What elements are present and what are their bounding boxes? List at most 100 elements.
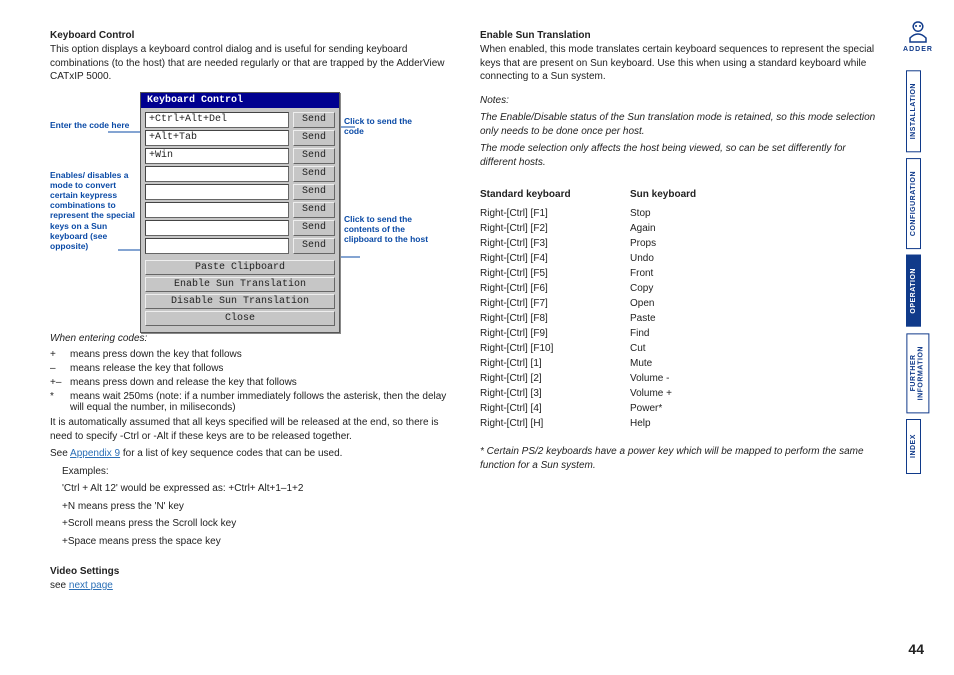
code-field-3[interactable] bbox=[145, 166, 289, 182]
note-1: The Enable/Disable status of the Sun tra… bbox=[480, 111, 880, 138]
table-cell-sun: Front bbox=[630, 266, 780, 281]
annotation-click-paste: Click to send the contents of the clipbo… bbox=[344, 214, 430, 245]
table-cell-sun: Volume - bbox=[630, 371, 780, 386]
send-button-1[interactable]: Send bbox=[293, 130, 335, 146]
example-3: +Scroll means press the Scroll lock key bbox=[50, 517, 450, 531]
enable-sun-heading: Enable Sun Translation bbox=[480, 30, 880, 41]
table-cell-standard: Right-[Ctrl] [3] bbox=[480, 386, 630, 401]
table-cell-sun: Paste bbox=[630, 311, 780, 326]
right-column: Enable Sun Translation When enabled, thi… bbox=[480, 30, 880, 597]
sidebar-nav: ADDER INSTALLATION CONFIGURATION OPERATION… bbox=[900, 20, 936, 480]
keyboard-control-figure: Enter the code here Enables/ disables a … bbox=[50, 92, 450, 322]
code-field-1[interactable]: +Alt+Tab bbox=[145, 130, 289, 146]
table-cell-sun: Props bbox=[630, 236, 780, 251]
note-2: The mode selection only affects the host… bbox=[480, 142, 880, 169]
page-number: 44 bbox=[908, 641, 924, 657]
keyboard-control-desc: This option displays a keyboard control … bbox=[50, 43, 450, 84]
left-column: Keyboard Control This option displays a … bbox=[50, 30, 450, 597]
video-settings-heading: Video Settings bbox=[50, 566, 450, 577]
table-cell-sun: Stop bbox=[630, 206, 780, 221]
table-cell-standard: Right-[Ctrl] [F5] bbox=[480, 266, 630, 281]
table-header-sun: Sun keyboard bbox=[630, 187, 780, 202]
annotation-left-group: Enter the code here Enables/ disables a … bbox=[50, 92, 140, 292]
table-cell-standard: Right-[Ctrl] [4] bbox=[480, 401, 630, 416]
table-cell-sun: Power* bbox=[630, 401, 780, 416]
code-sym-0: + bbox=[50, 349, 70, 360]
code-field-0[interactable]: +Ctrl+Alt+Del bbox=[145, 112, 289, 128]
brand-logo: ADDER bbox=[900, 20, 936, 56]
send-button-5[interactable]: Send bbox=[293, 202, 335, 218]
table-cell-standard: Right-[Ctrl] [F4] bbox=[480, 251, 630, 266]
code-txt-3: means wait 250ms (note: if a number imme… bbox=[70, 391, 450, 413]
example-4: +Space means press the space key bbox=[50, 535, 450, 549]
nav-tab-operation[interactable]: OPERATION bbox=[906, 255, 921, 327]
power-footnote: * Certain PS/2 keyboards have a power ke… bbox=[480, 445, 880, 472]
send-button-7[interactable]: Send bbox=[293, 238, 335, 254]
send-button-3[interactable]: Send bbox=[293, 166, 335, 182]
table-cell-standard: Right-[Ctrl] [F7] bbox=[480, 296, 630, 311]
notes-label: Notes: bbox=[480, 94, 880, 108]
table-cell-sun: Again bbox=[630, 221, 780, 236]
send-button-6[interactable]: Send bbox=[293, 220, 335, 236]
nav-tab-installation[interactable]: INSTALLATION bbox=[906, 70, 921, 152]
annotation-click-send: Click to send the code bbox=[344, 116, 430, 136]
code-field-5[interactable] bbox=[145, 202, 289, 218]
enable-sun-button[interactable]: Enable Sun Translation bbox=[145, 277, 335, 292]
table-cell-sun: Cut bbox=[630, 341, 780, 356]
table-cell-standard: Right-[Ctrl] [F3] bbox=[480, 236, 630, 251]
nav-tab-configuration[interactable]: CONFIGURATION bbox=[906, 158, 921, 249]
table-header-standard: Standard keyboard bbox=[480, 187, 630, 202]
send-button-4[interactable]: Send bbox=[293, 184, 335, 200]
table-cell-standard: Right-[Ctrl] [F9] bbox=[480, 326, 630, 341]
table-cell-sun: Undo bbox=[630, 251, 780, 266]
example-1: 'Ctrl + Alt 12' would be expressed as: +… bbox=[50, 482, 450, 496]
table-cell-sun: Find bbox=[630, 326, 780, 341]
code-sym-1: – bbox=[50, 363, 70, 374]
table-cell-sun: Mute bbox=[630, 356, 780, 371]
code-txt-0: means press down the key that follows bbox=[70, 349, 450, 360]
annotation-enter-code: Enter the code here bbox=[50, 120, 136, 130]
send-button-0[interactable]: Send bbox=[293, 112, 335, 128]
close-button[interactable]: Close bbox=[145, 311, 335, 326]
code-txt-1: means release the key that follows bbox=[70, 363, 450, 374]
see-appendix-line: See Appendix 9 for a list of key sequenc… bbox=[50, 447, 450, 461]
video-see-line: see next page bbox=[50, 579, 450, 593]
table-cell-standard: Right-[Ctrl] [H] bbox=[480, 416, 630, 431]
examples-label: Examples: bbox=[50, 465, 450, 479]
code-field-4[interactable] bbox=[145, 184, 289, 200]
keyboard-mapping-table: Standard keyboard Right-[Ctrl] [F1]Right… bbox=[480, 187, 880, 431]
table-cell-standard: Right-[Ctrl] [F6] bbox=[480, 281, 630, 296]
table-cell-sun: Volume + bbox=[630, 386, 780, 401]
brand-text: ADDER bbox=[900, 46, 936, 53]
code-sym-3: * bbox=[50, 391, 70, 413]
dialog-titlebar: Keyboard Control bbox=[141, 93, 339, 108]
keyboard-control-heading: Keyboard Control bbox=[50, 30, 450, 41]
table-cell-sun: Copy bbox=[630, 281, 780, 296]
adder-snake-icon bbox=[904, 20, 932, 44]
disable-sun-button[interactable]: Disable Sun Translation bbox=[145, 294, 335, 309]
enable-sun-desc: When enabled, this mode translates certa… bbox=[480, 43, 880, 84]
table-cell-standard: Right-[Ctrl] [F10] bbox=[480, 341, 630, 356]
table-cell-standard: Right-[Ctrl] [F2] bbox=[480, 221, 630, 236]
keyboard-control-dialog: Keyboard Control +Ctrl+Alt+DelSend +Alt+… bbox=[140, 92, 340, 333]
appendix-link[interactable]: Appendix 9 bbox=[70, 448, 120, 459]
code-field-2[interactable]: +Win bbox=[145, 148, 289, 164]
annotation-right-group: Click to send the code Click to send the… bbox=[340, 92, 430, 285]
when-entering-heading: When entering codes: bbox=[50, 332, 450, 346]
nav-tab-further[interactable]: FURTHERINFORMATION bbox=[906, 333, 929, 413]
example-2: +N means press the 'N' key bbox=[50, 500, 450, 514]
code-field-6[interactable] bbox=[145, 220, 289, 236]
table-cell-standard: Right-[Ctrl] [F8] bbox=[480, 311, 630, 326]
table-cell-sun: Open bbox=[630, 296, 780, 311]
code-sym-2: +– bbox=[50, 377, 70, 388]
table-cell-standard: Right-[Ctrl] [F1] bbox=[480, 206, 630, 221]
nav-tab-index[interactable]: INDEX bbox=[906, 419, 921, 474]
table-cell-standard: Right-[Ctrl] [2] bbox=[480, 371, 630, 386]
next-page-link[interactable]: next page bbox=[69, 580, 113, 591]
table-cell-sun: Help bbox=[630, 416, 780, 431]
auto-release-note: It is automatically assumed that all key… bbox=[50, 416, 450, 443]
code-field-7[interactable] bbox=[145, 238, 289, 254]
send-button-2[interactable]: Send bbox=[293, 148, 335, 164]
annotation-sun-mode: Enables/ disables a mode to convert cert… bbox=[50, 170, 136, 252]
paste-clipboard-button[interactable]: Paste Clipboard bbox=[145, 260, 335, 275]
